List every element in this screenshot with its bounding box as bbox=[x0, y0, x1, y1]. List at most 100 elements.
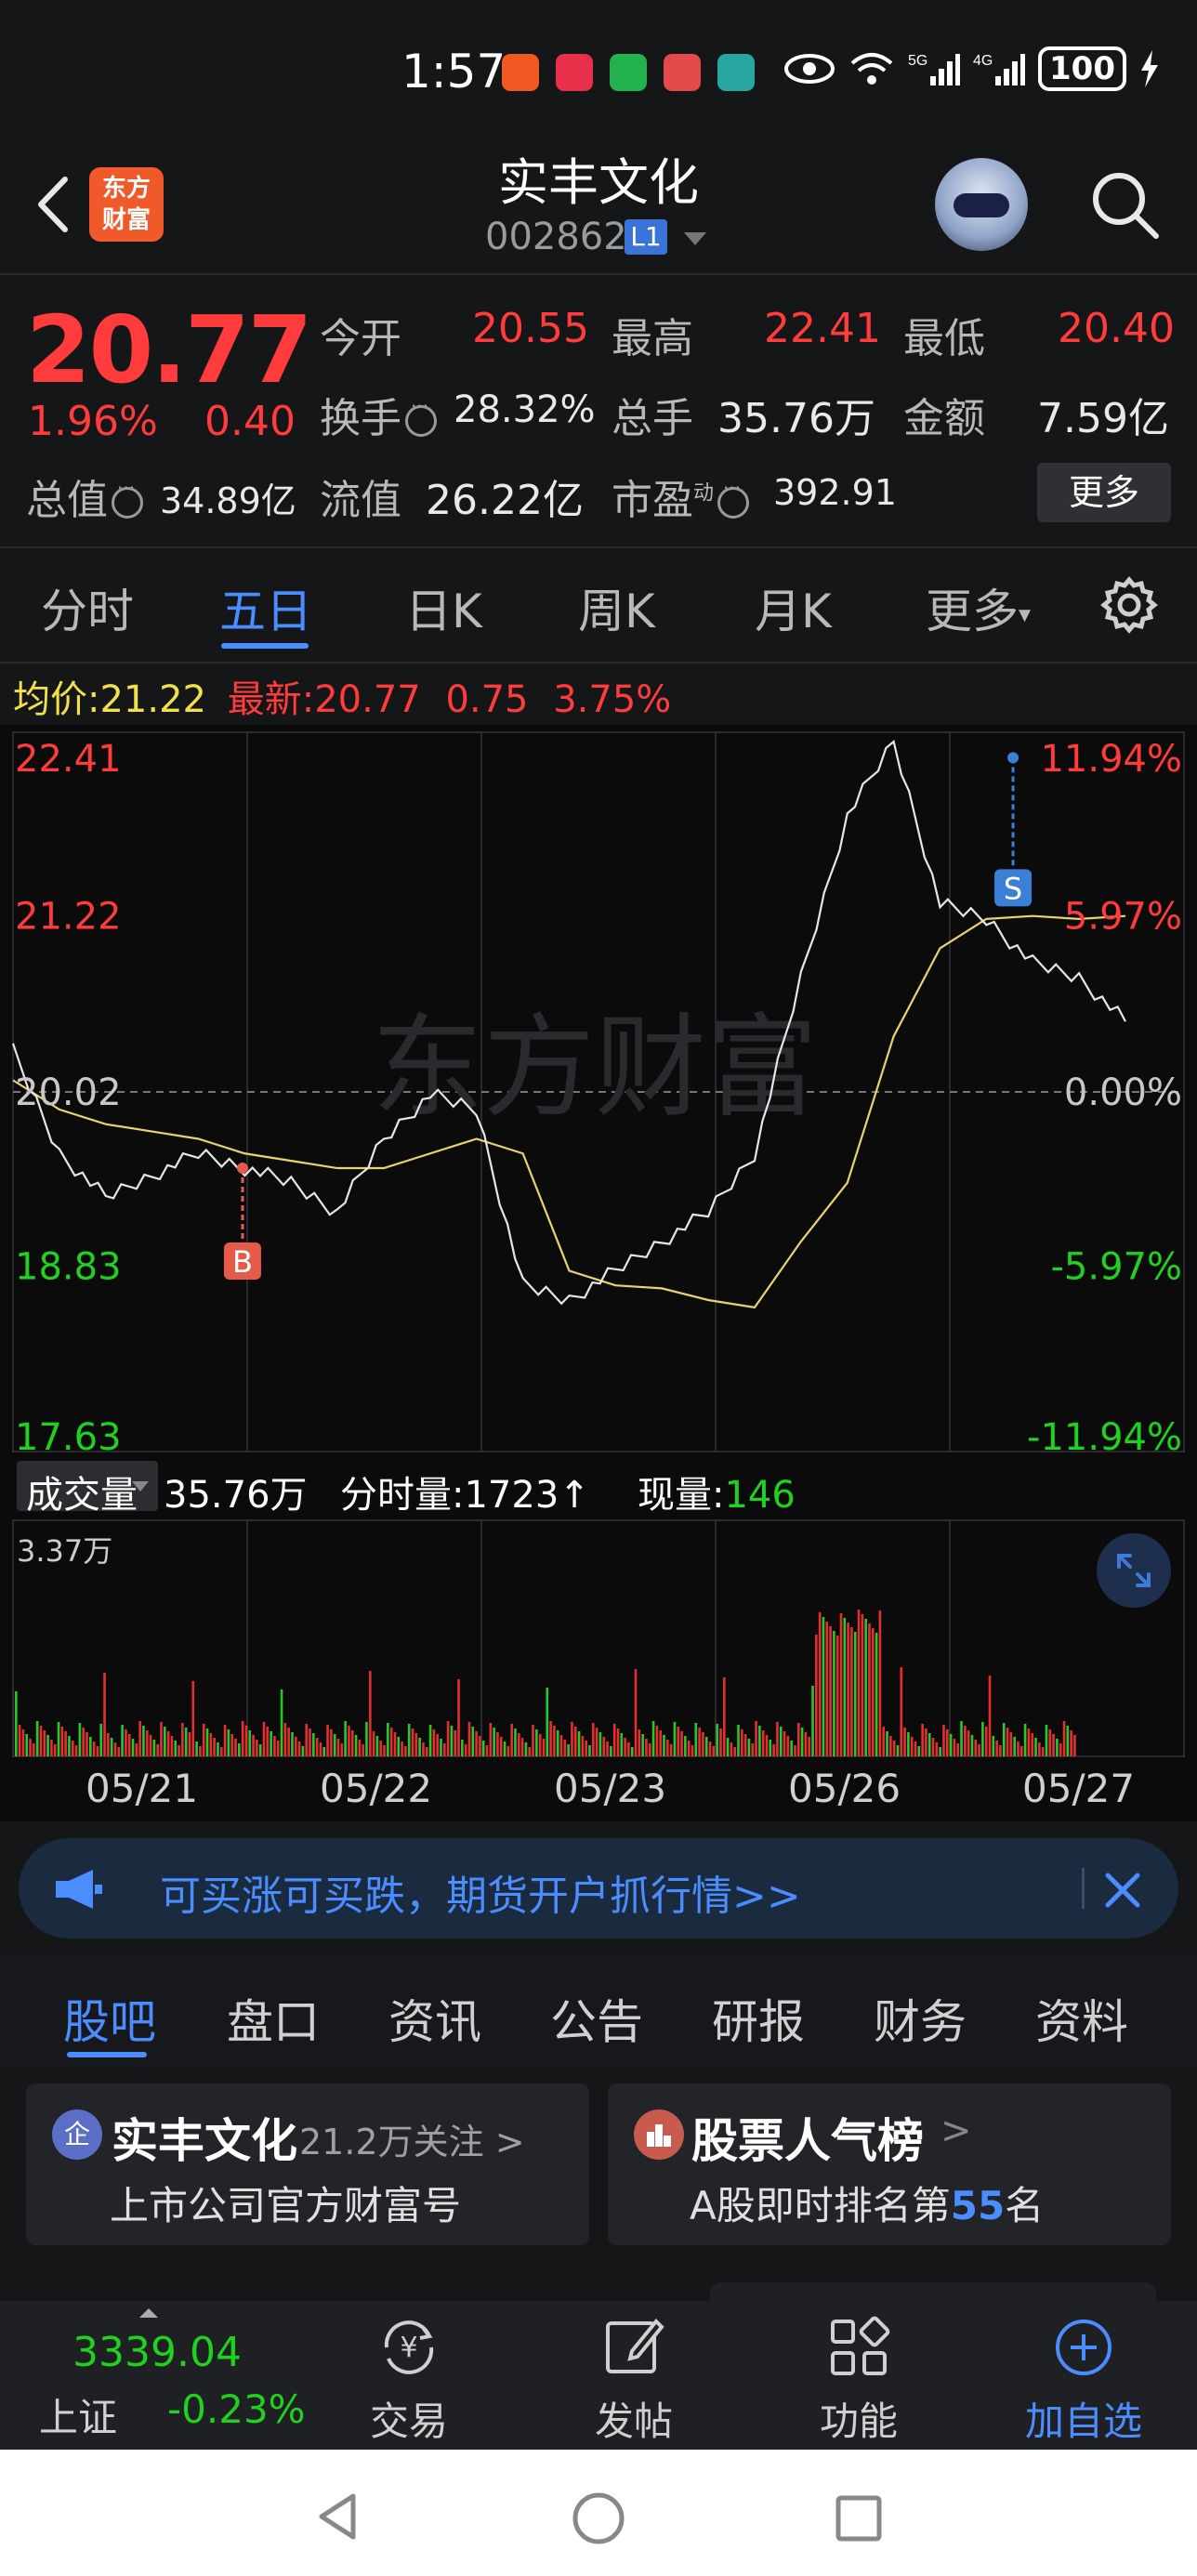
info-icon[interactable] bbox=[717, 477, 750, 519]
tab-guba[interactable]: 股吧 bbox=[63, 1985, 156, 2052]
volume-bar bbox=[776, 1722, 779, 1756]
post-icon[interactable] bbox=[600, 2314, 667, 2381]
search-icon[interactable] bbox=[1087, 167, 1162, 242]
volume-bar bbox=[166, 1731, 170, 1756]
five-day-chart[interactable]: 东方财富 22.41 21.22 20.02 18.83 17.63 11.94% 5.9… bbox=[0, 725, 1197, 1821]
volume-bar bbox=[964, 1726, 967, 1756]
volume-bar bbox=[131, 1739, 135, 1756]
expand-button[interactable] bbox=[1097, 1533, 1171, 1608]
float-value: 26.22亿 bbox=[426, 477, 584, 524]
tab-finance[interactable]: 财务 bbox=[874, 1985, 967, 2052]
close-icon[interactable] bbox=[1097, 1864, 1149, 1916]
volume-bar bbox=[967, 1730, 970, 1756]
index-change[interactable]: -0.23% bbox=[167, 2386, 306, 2432]
volume-bar bbox=[365, 1722, 368, 1756]
x-tick-label: 05/22 bbox=[320, 1766, 433, 1811]
volume-bar bbox=[602, 1737, 606, 1756]
banner-text[interactable]: 可买涨可买跌，期货开户抓行情>> bbox=[160, 1862, 801, 1922]
y-tick-label: 18.83 bbox=[15, 1246, 122, 1289]
volume-bar bbox=[322, 1747, 326, 1756]
tab-pankou[interactable]: 盘口 bbox=[227, 1985, 320, 2052]
index-name[interactable]: 上证 bbox=[39, 2386, 117, 2443]
volume-bar bbox=[344, 1721, 347, 1756]
card-title[interactable]: 实丰文化 bbox=[112, 2104, 297, 2171]
volume-bar bbox=[663, 1735, 665, 1756]
volume-bar bbox=[407, 1724, 411, 1756]
chevron-down-icon[interactable] bbox=[132, 1481, 149, 1492]
enterprise-icon: 企 bbox=[52, 2109, 102, 2160]
tab-daily-k[interactable]: 日K bbox=[405, 574, 482, 641]
gear-icon[interactable] bbox=[1100, 576, 1158, 634]
volume-bar bbox=[868, 1623, 871, 1756]
volume-bar bbox=[839, 1613, 843, 1756]
trade-icon[interactable]: ¥ bbox=[375, 2314, 442, 2381]
nav-add-watchlist[interactable]: 加自选 bbox=[1009, 2390, 1158, 2447]
volume-bar bbox=[978, 1744, 980, 1756]
tab-news[interactable]: 资讯 bbox=[388, 1985, 481, 2052]
volume-bar bbox=[871, 1628, 875, 1756]
volume-bar bbox=[1034, 1738, 1037, 1756]
card-title[interactable]: 股票人气榜 bbox=[691, 2104, 924, 2171]
volume-bar bbox=[847, 1623, 849, 1756]
volume-bar bbox=[896, 1745, 900, 1756]
add-watchlist-icon[interactable] bbox=[1050, 2314, 1117, 2381]
low-value: 20.40 bbox=[1058, 305, 1175, 352]
volume-bar bbox=[970, 1735, 974, 1756]
tab-profile[interactable]: 资料 bbox=[1035, 1985, 1128, 2052]
tab-monthly-k[interactable]: 月K bbox=[755, 574, 832, 641]
volume-bar bbox=[1038, 1742, 1041, 1756]
nav-post[interactable]: 发帖 bbox=[559, 2390, 708, 2447]
volume-bar bbox=[861, 1614, 864, 1756]
volume-bar bbox=[892, 1741, 896, 1756]
grid-icon[interactable] bbox=[825, 2314, 892, 2381]
more-button[interactable]: 更多 bbox=[1037, 463, 1171, 522]
turnover-value: 28.32% bbox=[454, 388, 596, 431]
stock-code[interactable]: 002862 bbox=[485, 216, 627, 258]
back-triangle-icon[interactable] bbox=[312, 2491, 364, 2543]
tab-research[interactable]: 研报 bbox=[712, 1985, 805, 2052]
volume-bar bbox=[18, 1725, 21, 1756]
volume-bar bbox=[256, 1740, 258, 1756]
info-icon[interactable] bbox=[112, 477, 143, 519]
tab-five-day[interactable]: 五日 bbox=[219, 574, 312, 641]
volume-bar bbox=[436, 1734, 439, 1756]
tab-more[interactable]: 更多▾ bbox=[926, 574, 1031, 641]
volume-bar bbox=[518, 1733, 520, 1756]
volume-label[interactable]: 成交量 bbox=[26, 1465, 138, 1518]
volume-bar bbox=[493, 1728, 495, 1756]
volume-bar bbox=[219, 1747, 223, 1756]
volume-bar bbox=[790, 1741, 793, 1756]
volume-bar bbox=[800, 1728, 804, 1756]
volume-bar bbox=[142, 1726, 145, 1756]
x-tick-label: 05/27 bbox=[1022, 1766, 1136, 1811]
amount-label: 金额 bbox=[903, 395, 985, 442]
y-tick-label: 20.02 bbox=[15, 1071, 122, 1114]
volume-bar bbox=[620, 1733, 624, 1756]
tab-announcements[interactable]: 公告 bbox=[550, 1985, 643, 2052]
volume-bar bbox=[514, 1728, 517, 1756]
info-icon[interactable] bbox=[405, 395, 437, 437]
index-value[interactable]: 3339.04 bbox=[72, 2329, 242, 2376]
volume-bar bbox=[149, 1735, 152, 1756]
home-circle-icon[interactable] bbox=[571, 2491, 626, 2546]
chevron-down-icon[interactable] bbox=[684, 232, 706, 245]
tab-weekly-k[interactable]: 周K bbox=[578, 574, 655, 641]
volume-bar bbox=[945, 1729, 949, 1756]
volume-bar bbox=[50, 1740, 53, 1756]
volume-bar bbox=[510, 1724, 513, 1756]
volume-bar bbox=[358, 1740, 362, 1756]
volume-bar bbox=[761, 1730, 765, 1756]
nav-functions[interactable]: 功能 bbox=[784, 2390, 933, 2447]
level-badge[interactable]: L1 bbox=[625, 219, 667, 255]
recents-square-icon[interactable] bbox=[833, 2492, 885, 2544]
volume-bar bbox=[113, 1742, 117, 1756]
volume-bar bbox=[414, 1733, 418, 1756]
volume-bar bbox=[330, 1729, 333, 1756]
avg-price-row: 均价:21.22 最新:20.77 0.75 3.75% bbox=[13, 678, 672, 721]
volume-bar bbox=[280, 1689, 283, 1756]
volume-bar bbox=[71, 1741, 74, 1756]
tab-intraday[interactable]: 分时 bbox=[41, 574, 134, 641]
caret-up-icon[interactable] bbox=[139, 2308, 158, 2318]
volume-bar bbox=[673, 1722, 677, 1756]
nav-trade[interactable]: 交易 bbox=[335, 2390, 483, 2447]
